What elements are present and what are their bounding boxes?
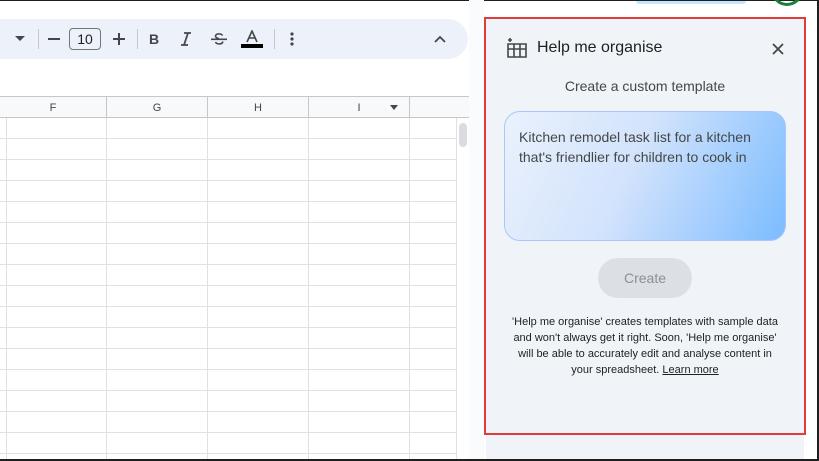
gridline <box>0 180 469 181</box>
share-button-edge[interactable] <box>636 1 746 4</box>
disclaimer-body: 'Help me organise' creates templates wit… <box>512 316 778 376</box>
text-color-icon[interactable] <box>240 19 264 59</box>
gridline <box>0 159 469 160</box>
column-header-h[interactable]: H <box>208 97 309 118</box>
gridline <box>0 222 469 223</box>
decrease-font-size-icon[interactable] <box>44 19 64 59</box>
gridline <box>0 327 469 328</box>
gridline <box>0 453 469 454</box>
gridline <box>6 118 7 459</box>
gridline <box>409 118 410 459</box>
panel-lower-area <box>486 435 804 459</box>
strikethrough-icon[interactable] <box>208 19 230 59</box>
help-me-organise-panel: Help me organise Create a custom templat… <box>484 17 806 435</box>
gridline <box>308 118 309 459</box>
close-icon[interactable] <box>768 39 788 59</box>
panel-gutter <box>469 0 484 461</box>
create-button[interactable]: Create <box>598 258 692 298</box>
toolbar-divider <box>38 29 39 49</box>
column-header-row: F G H I <box>0 96 469 118</box>
column-i-menu-icon[interactable] <box>390 105 398 110</box>
gridline <box>0 390 469 391</box>
gridline <box>106 118 107 459</box>
gridline <box>0 306 469 307</box>
formatting-toolbar: 10 B <box>0 19 468 59</box>
gridline <box>0 285 469 286</box>
gridline <box>0 201 469 202</box>
scrollbar-thumb[interactable] <box>459 123 467 147</box>
learn-more-link[interactable]: Learn more <box>662 364 718 376</box>
bold-icon[interactable]: B <box>144 19 164 59</box>
svg-text:B: B <box>149 32 159 46</box>
gridline <box>0 264 469 265</box>
italic-icon[interactable] <box>176 19 196 59</box>
gridline <box>0 369 469 370</box>
font-dropdown-chevron-icon[interactable] <box>10 19 30 59</box>
gridline <box>0 243 469 244</box>
gridline <box>207 118 208 459</box>
gridline <box>0 432 469 433</box>
toolbar-divider <box>137 29 138 49</box>
gridline <box>0 138 469 139</box>
panel-title: Help me organise <box>537 39 663 56</box>
prompt-input[interactable]: Kitchen remodel task list for a kitchen … <box>504 111 786 241</box>
column-header-g[interactable]: G <box>107 97 208 118</box>
collapse-toolbar-chevron-icon[interactable] <box>430 19 450 59</box>
vertical-scrollbar[interactable] <box>456 118 469 459</box>
table-sparkle-icon <box>506 37 528 59</box>
column-header-f[interactable]: F <box>0 97 107 118</box>
more-options-icon[interactable] <box>282 19 302 59</box>
disclaimer-text: 'Help me organise' creates templates wit… <box>512 314 778 378</box>
toolbar-divider <box>274 29 275 49</box>
gridline <box>0 348 469 349</box>
increase-font-size-icon[interactable] <box>109 19 129 59</box>
gridline <box>0 411 469 412</box>
font-size-input[interactable]: 10 <box>69 28 101 50</box>
spreadsheet-grid[interactable]: F G H I <box>0 96 469 459</box>
panel-subtitle: Create a custom template <box>564 78 726 94</box>
